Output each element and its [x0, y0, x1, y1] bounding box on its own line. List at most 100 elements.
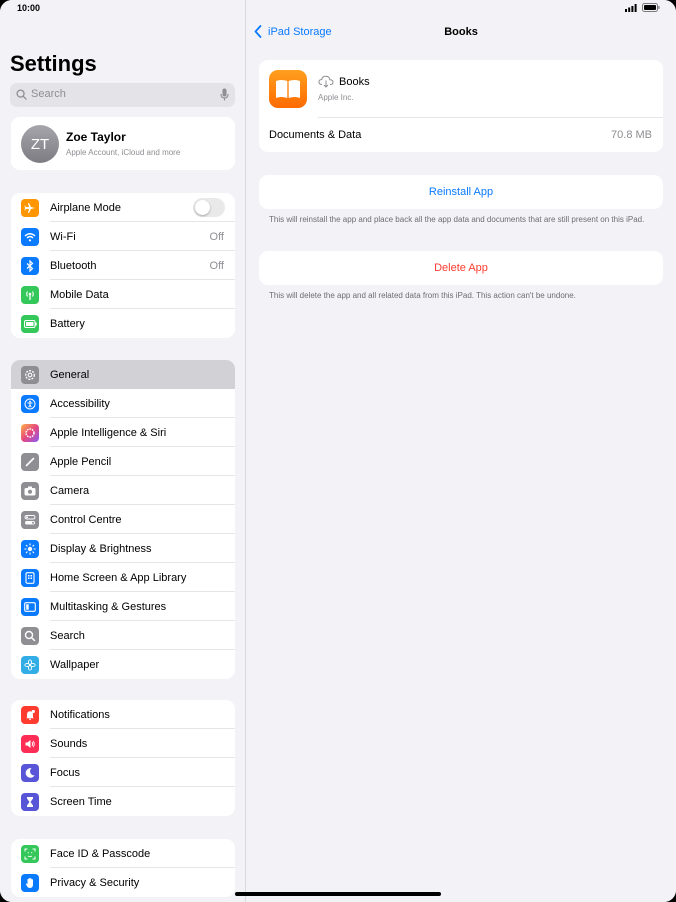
camera-icon — [21, 481, 39, 500]
status-icons — [625, 3, 660, 12]
bluetooth-icon — [21, 256, 39, 275]
wifi-status: Off — [209, 230, 224, 243]
sidebar-item-apple-pencil[interactable]: Apple Pencil — [11, 447, 235, 476]
sidebar-item-focus[interactable]: Focus — [11, 758, 235, 787]
detail-pane: Books iPad Storage Books Apple Inc. Docu… — [246, 0, 676, 902]
home-screen-icon — [21, 568, 39, 587]
sidebar-item-search[interactable]: Search — [11, 621, 235, 650]
sidebar-item-label: Display & Brightness — [50, 542, 152, 555]
sidebar-item-label: Apple Intelligence & Siri — [50, 426, 167, 439]
pencil-icon — [21, 452, 39, 471]
sidebar-item-label: Wallpaper — [50, 658, 100, 671]
sidebar-item-sounds[interactable]: Sounds — [11, 729, 235, 758]
sidebar-item-home-screen[interactable]: Home Screen & App Library — [11, 563, 235, 592]
wifi-icon — [21, 227, 39, 246]
status-time: 10:00 — [17, 3, 41, 13]
books-icon — [269, 70, 307, 108]
sidebar-item-label: Focus — [50, 766, 80, 779]
sidebar-item-wifi[interactable]: Wi-Fi Off — [11, 222, 235, 251]
avatar: ZT — [21, 125, 59, 163]
sidebar-item-label: Privacy & Security — [50, 876, 140, 889]
documents-data-value: 70.8 MB — [611, 129, 652, 141]
toggle-knob — [195, 200, 210, 215]
sidebar-item-label: Accessibility — [50, 397, 110, 410]
bell-icon — [21, 705, 39, 724]
delete-app-button[interactable]: Delete App — [259, 251, 663, 285]
chevron-left-icon — [254, 25, 262, 38]
accessibility-icon — [21, 394, 39, 413]
home-indicator[interactable] — [235, 892, 441, 896]
airplane-icon — [21, 198, 39, 217]
reinstall-card: Reinstall App — [259, 175, 663, 209]
security-group: Face ID & Passcode Privacy & Security — [11, 839, 235, 897]
sidebar-item-control-centre[interactable]: Control Centre — [11, 505, 235, 534]
page-title: Settings — [10, 51, 97, 76]
sidebar-item-camera[interactable]: Camera — [11, 476, 235, 505]
sidebar-item-label: Notifications — [50, 708, 110, 721]
app-name: Books — [339, 76, 370, 88]
reinstall-note: This will reinstall the app and place ba… — [269, 215, 645, 224]
sidebar-item-multitasking[interactable]: Multitasking & Gestures — [11, 592, 235, 621]
notifications-group: Notifications Sounds Focus Screen Time — [11, 700, 235, 816]
face-id-icon — [21, 844, 39, 863]
sidebar-item-label: Screen Time — [50, 795, 112, 808]
sidebar-item-battery[interactable]: Battery — [11, 309, 235, 338]
hand-icon — [21, 873, 39, 892]
sidebar-item-screen-time[interactable]: Screen Time — [11, 787, 235, 816]
sidebar-item-label: Battery — [50, 317, 85, 330]
sidebar-item-airplane-mode[interactable]: Airplane Mode — [11, 193, 235, 222]
profile-card[interactable]: ZT Zoe Taylor Apple Account, iCloud and … — [11, 117, 235, 170]
sidebar-item-label: General — [50, 368, 90, 381]
back-label: iPad Storage — [268, 25, 332, 38]
profile-name: Zoe Taylor — [66, 130, 126, 144]
sidebar-item-label: Home Screen & App Library — [50, 571, 187, 584]
reinstall-app-button[interactable]: Reinstall App — [259, 175, 663, 209]
delete-card: Delete App — [259, 251, 663, 285]
flower-icon — [21, 655, 39, 674]
profile-subtitle: Apple Account, iCloud and more — [66, 148, 181, 157]
sidebar-item-label: Control Centre — [50, 513, 122, 526]
sidebar-item-notifications[interactable]: Notifications — [11, 700, 235, 729]
sidebar-item-display-brightness[interactable]: Display & Brightness — [11, 534, 235, 563]
sidebar-item-face-id[interactable]: Face ID & Passcode — [11, 839, 235, 868]
cellular-signal-icon — [625, 3, 637, 12]
search-icon — [21, 626, 39, 645]
sidebar-item-label: Face ID & Passcode — [50, 847, 151, 860]
connectivity-group: Airplane Mode Wi-Fi Off Bluetooth Off Mo… — [11, 193, 235, 338]
sidebar-item-accessibility[interactable]: Accessibility — [11, 389, 235, 418]
gear-icon — [21, 365, 39, 384]
airplane-mode-toggle[interactable] — [193, 198, 225, 217]
app-info-card: Books Apple Inc. Documents & Data 70.8 M… — [259, 60, 663, 152]
sidebar-item-label: Apple Pencil — [50, 455, 112, 468]
search-field[interactable]: Search — [10, 83, 235, 107]
sidebar-item-wallpaper[interactable]: Wallpaper — [11, 650, 235, 679]
sun-icon — [21, 539, 39, 558]
sidebar-item-label: Mobile Data — [50, 288, 109, 301]
ipad-screen: Settings Search ZT Zoe Taylor Apple Acco… — [0, 0, 676, 902]
search-icon — [16, 89, 27, 100]
sidebar-item-bluetooth[interactable]: Bluetooth Off — [11, 251, 235, 280]
app-developer: Apple Inc. — [318, 93, 354, 102]
sidebar-item-label: Bluetooth — [50, 259, 97, 272]
sidebar-item-general[interactable]: General — [11, 360, 235, 389]
back-button[interactable]: iPad Storage — [254, 25, 332, 38]
hourglass-icon — [21, 792, 39, 811]
siri-icon — [21, 423, 39, 442]
antenna-icon — [21, 285, 39, 304]
sidebar-item-privacy[interactable]: Privacy & Security — [11, 868, 235, 897]
sidebar-item-label: Multitasking & Gestures — [50, 600, 167, 613]
bluetooth-status: Off — [209, 259, 224, 272]
switches-icon — [21, 510, 39, 529]
sidebar-item-apple-intelligence[interactable]: Apple Intelligence & Siri — [11, 418, 235, 447]
multitasking-icon — [21, 597, 39, 616]
settings-sidebar: Settings Search ZT Zoe Taylor Apple Acco… — [0, 0, 246, 902]
search-placeholder: Search — [31, 88, 66, 100]
sidebar-item-mobile-data[interactable]: Mobile Data — [11, 280, 235, 309]
battery-icon — [21, 314, 39, 333]
sidebar-item-label: Airplane Mode — [50, 201, 121, 214]
microphone-icon[interactable] — [220, 88, 229, 101]
cloud-download-icon — [318, 75, 334, 88]
speaker-icon — [21, 734, 39, 753]
delete-note: This will delete the app and all related… — [269, 291, 576, 300]
general-group: General Accessibility Apple Intelligence… — [11, 360, 235, 679]
